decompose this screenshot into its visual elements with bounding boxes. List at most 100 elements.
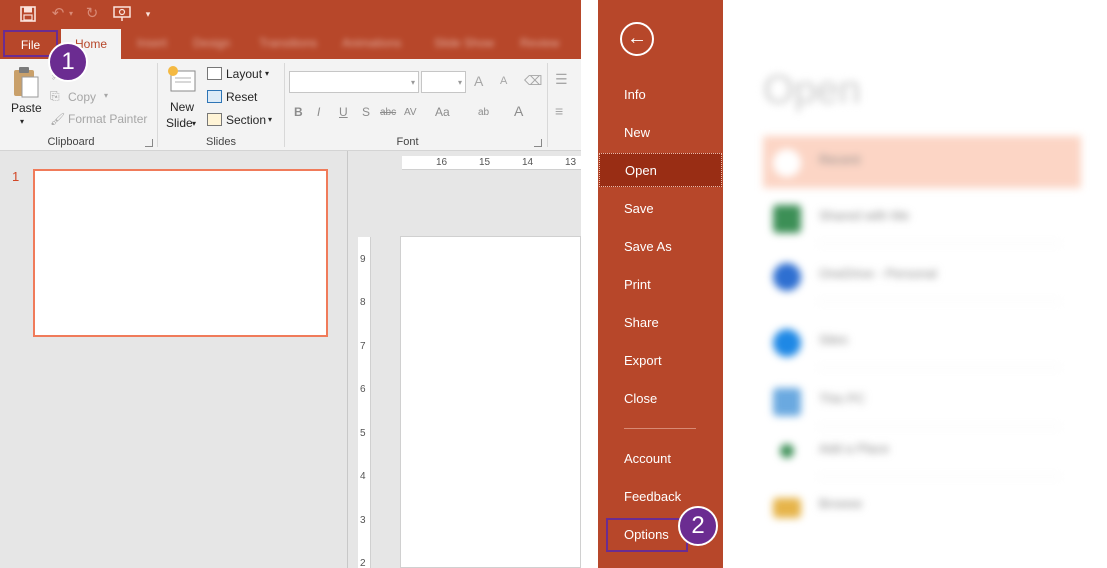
nav-item-options[interactable]: Options xyxy=(606,518,688,552)
nav-item-close[interactable]: Close xyxy=(598,382,723,416)
new-slide-label-2[interactable]: Slide xyxy=(166,116,193,130)
font-size-dropdown-icon[interactable]: ▾ xyxy=(458,78,462,87)
font-color-button[interactable]: A xyxy=(514,103,523,119)
customize-qat-icon[interactable]: ▾ xyxy=(140,3,156,25)
section-icon xyxy=(207,113,222,126)
slide-thumbnail[interactable] xyxy=(33,169,328,337)
shrink-font-button[interactable]: A xyxy=(500,75,507,87)
character-spacing-button[interactable]: AV xyxy=(404,107,417,118)
divider xyxy=(581,0,598,568)
ruler-number: 15 xyxy=(479,157,491,168)
powerpoint-window: ↶ ▾ ↻ ▾ File Home Insert Design Transiti… xyxy=(0,0,581,568)
section-button[interactable]: Section xyxy=(226,113,266,127)
nav-item-account[interactable]: Account xyxy=(598,442,723,476)
ruler-number: 16 xyxy=(436,157,448,168)
backstage-content: Open Recent Shared with Me OneDrive - Pe… xyxy=(723,0,1107,568)
tab-insert[interactable]: Insert xyxy=(137,28,167,59)
ruler-number: 8 xyxy=(360,297,366,308)
tab-animations[interactable]: Animations xyxy=(342,28,401,59)
font-name-combo[interactable]: ▾ xyxy=(289,71,419,93)
place-recent[interactable]: Recent xyxy=(763,136,1081,188)
new-slide-dropdown-icon[interactable]: ▾ xyxy=(192,119,196,128)
shadow-button[interactable]: S xyxy=(362,105,370,119)
place-label: Browse xyxy=(819,496,863,511)
bold-button[interactable]: B xyxy=(294,105,303,119)
grow-font-button[interactable]: A xyxy=(474,73,483,89)
paste-button[interactable]: Paste xyxy=(11,101,42,115)
nav-item-new[interactable]: New xyxy=(598,116,723,150)
place-this-pc[interactable]: This PC xyxy=(763,375,1081,427)
bullets-button[interactable]: ☰ xyxy=(555,71,568,88)
copy-dropdown-icon[interactable]: ▾ xyxy=(104,91,108,100)
place-onedrive[interactable]: OneDrive - Personal xyxy=(763,250,1081,302)
layout-button[interactable]: Layout xyxy=(226,67,262,81)
ruler-number: 5 xyxy=(360,428,366,439)
group-label-clipboard: Clipboard xyxy=(47,136,95,148)
save-icon[interactable] xyxy=(17,3,39,25)
nav-item-save[interactable]: Save xyxy=(598,192,723,226)
backstage-nav: ← Info New Open Save Save As Print Share… xyxy=(598,0,723,568)
computer-icon xyxy=(773,388,801,416)
format-painter-icon[interactable]: 🖌 xyxy=(50,112,65,126)
highlight-button[interactable]: ab xyxy=(478,107,489,118)
new-slide-label[interactable]: New xyxy=(170,100,194,114)
place-add[interactable]: Add a Place xyxy=(763,425,1081,477)
nav-item-save-as[interactable]: Save As xyxy=(598,230,723,264)
place-shared[interactable]: Shared with Me xyxy=(763,192,1081,244)
place-label: Add a Place xyxy=(819,441,890,456)
reset-button[interactable]: Reset xyxy=(226,90,257,104)
divider xyxy=(817,367,1061,368)
ruler-number: 7 xyxy=(360,341,366,352)
clipboard-launcher-icon[interactable] xyxy=(145,139,153,147)
horizontal-ruler: 16 15 14 13 xyxy=(402,156,581,170)
font-name-dropdown-icon[interactable]: ▾ xyxy=(411,78,415,87)
undo-dropdown-icon[interactable]: ▾ xyxy=(66,3,76,25)
strikethrough-button[interactable]: abc xyxy=(380,107,396,118)
format-painter-button[interactable]: Format Painter xyxy=(68,112,147,126)
ruler-number: 9 xyxy=(360,254,366,265)
ribbon: Paste ▾ ✂ ⎘ Copy ▾ 🖌 Format Painter Clip… xyxy=(0,59,581,151)
font-size-combo[interactable]: ▾ xyxy=(421,71,466,93)
divider xyxy=(817,476,1061,477)
layout-icon xyxy=(207,67,222,80)
nav-item-open[interactable]: Open xyxy=(599,153,722,187)
new-slide-icon[interactable] xyxy=(167,65,197,95)
change-case-button[interactable]: Aa xyxy=(435,105,450,119)
align-left-button[interactable]: ≡ xyxy=(555,103,563,119)
step-callout-2: 2 xyxy=(678,506,718,546)
tab-review[interactable]: Review xyxy=(520,28,559,59)
font-launcher-icon[interactable] xyxy=(534,139,542,147)
back-arrow-icon[interactable]: ← xyxy=(620,22,654,56)
start-from-beginning-icon[interactable] xyxy=(111,3,133,25)
copy-button[interactable]: Copy xyxy=(68,90,96,104)
nav-item-print[interactable]: Print xyxy=(598,268,723,302)
place-sites[interactable]: Sites xyxy=(763,316,1081,368)
folder-icon xyxy=(773,498,801,518)
slide-editor: 16 15 14 13 9 8 7 6 5 4 3 2 xyxy=(349,151,581,568)
clear-formatting-icon[interactable]: ⌫ xyxy=(524,73,542,89)
paste-dropdown-icon[interactable]: ▾ xyxy=(20,117,24,126)
cloud-icon xyxy=(773,263,801,291)
copy-icon[interactable]: ⎘ xyxy=(50,89,60,104)
nav-item-info[interactable]: Info xyxy=(598,78,723,112)
quick-access-toolbar: ↶ ▾ ↻ ▾ xyxy=(0,0,581,28)
reset-icon xyxy=(207,90,222,103)
tab-design[interactable]: Design xyxy=(193,28,230,59)
divider xyxy=(547,63,548,147)
slide-canvas[interactable] xyxy=(400,236,581,568)
nav-item-export[interactable]: Export xyxy=(598,344,723,378)
underline-button[interactable]: U xyxy=(339,105,348,119)
section-dropdown-icon[interactable]: ▾ xyxy=(268,115,272,124)
italic-button[interactable]: I xyxy=(317,105,320,119)
page-title: Open xyxy=(763,68,861,112)
tab-transitions[interactable]: Transitions xyxy=(259,28,317,59)
ruler-number: 13 xyxy=(565,157,577,168)
group-label-font: Font xyxy=(396,136,419,148)
redo-icon[interactable]: ↻ xyxy=(81,3,103,25)
paste-icon[interactable] xyxy=(12,65,40,99)
people-icon xyxy=(773,205,801,233)
tab-slide-show[interactable]: Slide Show xyxy=(434,28,494,59)
place-browse[interactable]: Browse xyxy=(763,480,1081,532)
nav-item-share[interactable]: Share xyxy=(598,306,723,340)
layout-dropdown-icon[interactable]: ▾ xyxy=(265,69,269,78)
